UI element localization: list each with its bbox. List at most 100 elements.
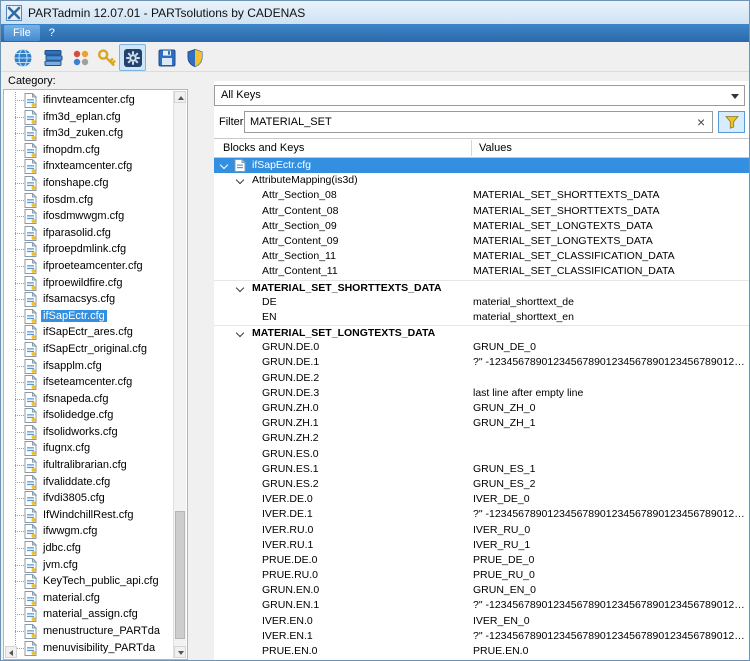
- table-row[interactable]: GRUN.ES.0: [214, 447, 749, 462]
- category-item[interactable]: ifm3d_eplan.cfg: [5, 109, 173, 126]
- table-row[interactable]: GRUN.DE.1 ?" -12345678901234567890123456…: [214, 355, 749, 370]
- category-item[interactable]: ifSapEctr_ares.cfg: [5, 324, 173, 341]
- table-row[interactable]: GRUN.ES.2 GRUN_ES_2: [214, 477, 749, 492]
- scroll-thumb[interactable]: [175, 511, 185, 639]
- category-item[interactable]: ifsamacsys.cfg: [5, 291, 173, 308]
- table-row[interactable]: Attr_Content_09 MATERIAL_SET_LONGTEXTS_D…: [214, 234, 749, 249]
- category-item[interactable]: ifseteamcenter.cfg: [5, 374, 173, 391]
- category-item[interactable]: ifproewildfire.cfg: [5, 275, 173, 292]
- table-row[interactable]: IVER.DE.1 ?" -12345678901234567890123456…: [214, 507, 749, 522]
- chevron-down-icon[interactable]: [235, 176, 245, 186]
- clear-filter-icon[interactable]: ×: [697, 113, 705, 131]
- table-row[interactable]: ifSapEctr.cfg: [214, 158, 749, 173]
- tree-connector: [15, 266, 24, 267]
- table-row[interactable]: AttributeMapping(is3d): [214, 173, 749, 188]
- category-item[interactable]: KeyTech_public_api.cfg: [5, 573, 173, 590]
- scroll-left-arrow[interactable]: [5, 646, 17, 658]
- scroll-up-arrow[interactable]: [174, 91, 186, 103]
- category-item-label: ifSapEctr_original.cfg: [41, 343, 149, 355]
- table-row[interactable]: Attr_Section_08 MATERIAL_SET_SHORTTEXTS_…: [214, 188, 749, 203]
- row-key: ifSapEctr.cfg: [252, 158, 311, 173]
- catalogs-button[interactable]: [39, 44, 66, 71]
- chevron-down-icon[interactable]: [235, 329, 245, 339]
- category-item[interactable]: IfWindchillRest.cfg: [5, 507, 173, 524]
- table-row[interactable]: GRUN.ZH.2: [214, 431, 749, 446]
- table-row[interactable]: Attr_Content_11 MATERIAL_SET_CLASSIFICAT…: [214, 264, 749, 279]
- category-item[interactable]: ifosdm.cfg: [5, 192, 173, 209]
- category-vertical-scrollbar[interactable]: [173, 91, 186, 658]
- category-item[interactable]: ifosdmwwgm.cfg: [5, 208, 173, 225]
- category-item[interactable]: ifsnapeda.cfg: [5, 391, 173, 408]
- table-row[interactable]: MATERIAL_SET_LONGTEXTS_DATA: [214, 325, 749, 340]
- menu-help[interactable]: ?: [40, 25, 64, 41]
- column-separator[interactable]: [471, 140, 472, 156]
- config-file-icon: [24, 176, 37, 192]
- table-row[interactable]: Attr_Section_11 MATERIAL_SET_CLASSIFICAT…: [214, 249, 749, 264]
- table-row[interactable]: IVER.EN.1 ?" -12345678901234567890123456…: [214, 629, 749, 644]
- chevron-down-icon[interactable]: [235, 284, 245, 294]
- category-item[interactable]: ifSapEctr_original.cfg: [5, 341, 173, 358]
- configuration-button[interactable]: [119, 44, 146, 71]
- table-row[interactable]: PRUE.EN.0 PRUE.EN.0: [214, 644, 749, 659]
- row-key: EN: [262, 310, 277, 325]
- license-key-button[interactable]: [93, 44, 120, 71]
- category-item[interactable]: ifnxteamcenter.cfg: [5, 158, 173, 175]
- category-item[interactable]: ifsapplm.cfg: [5, 358, 173, 375]
- index-admin-button[interactable]: [67, 44, 94, 71]
- column-header-values[interactable]: Values: [479, 139, 512, 157]
- category-item[interactable]: ifSapEctr.cfg: [5, 308, 173, 325]
- category-item[interactable]: ifsolidedge.cfg: [5, 407, 173, 424]
- category-item[interactable]: ifonshape.cfg: [5, 175, 173, 192]
- category-item[interactable]: ifinvteamcenter.cfg: [5, 92, 173, 109]
- key-scope-select[interactable]: All Keys: [214, 85, 745, 106]
- table-row[interactable]: PRUE.DE.0 PRUE_DE_0: [214, 553, 749, 568]
- table-row[interactable]: PRUE.RU.0 PRUE_RU_0: [214, 568, 749, 583]
- filter-input[interactable]: [244, 111, 713, 133]
- category-item[interactable]: jdbc.cfg: [5, 540, 173, 557]
- category-item[interactable]: ifwwgm.cfg: [5, 523, 173, 540]
- table-row[interactable]: Attr_Content_08 MATERIAL_SET_SHORTTEXTS_…: [214, 204, 749, 219]
- category-item[interactable]: jvm.cfg: [5, 557, 173, 574]
- category-item[interactable]: ifvaliddate.cfg: [5, 474, 173, 491]
- menu-file[interactable]: File: [4, 25, 40, 41]
- table-row[interactable]: GRUN.ZH.1 GRUN_ZH_1: [214, 416, 749, 431]
- table-row[interactable]: GRUN.DE.3 last line after empty line: [214, 386, 749, 401]
- table-row[interactable]: GRUN.ZH.0 GRUN_ZH_0: [214, 401, 749, 416]
- category-item[interactable]: menustructure_PARTda: [5, 623, 173, 640]
- row-key: GRUN.EN.0: [262, 583, 319, 598]
- row-value: IVER_DE_0: [473, 492, 747, 507]
- table-row[interactable]: IVER.DE.0 IVER_DE_0: [214, 492, 749, 507]
- save-button[interactable]: [153, 44, 180, 71]
- scroll-down-arrow[interactable]: [174, 646, 186, 658]
- category-item[interactable]: material_assign.cfg: [5, 606, 173, 623]
- table-row[interactable]: GRUN.DE.2: [214, 371, 749, 386]
- column-header-keys[interactable]: Blocks and Keys: [223, 139, 304, 157]
- category-item[interactable]: ifnopdm.cfg: [5, 142, 173, 159]
- table-row[interactable]: IVER.RU.1 IVER_RU_1: [214, 538, 749, 553]
- table-row[interactable]: IVER.EN.0 IVER_EN_0: [214, 614, 749, 629]
- apply-filter-button[interactable]: [718, 111, 745, 133]
- category-item[interactable]: ifproepdmlink.cfg: [5, 241, 173, 258]
- table-row[interactable]: DE material_shorttext_de: [214, 295, 749, 310]
- tree-connector: [15, 332, 24, 333]
- chevron-down-icon[interactable]: [219, 161, 229, 171]
- category-item[interactable]: ifproeteamcenter.cfg: [5, 258, 173, 275]
- category-item[interactable]: ifm3d_zuken.cfg: [5, 125, 173, 142]
- table-row[interactable]: GRUN.EN.1 ?" -12345678901234567890123456…: [214, 598, 749, 613]
- table-row[interactable]: GRUN.EN.0 GRUN_EN_0: [214, 583, 749, 598]
- table-row[interactable]: Attr_Section_09 MATERIAL_SET_LONGTEXTS_D…: [214, 219, 749, 234]
- category-item[interactable]: menuvisibility_PARTda: [5, 640, 173, 657]
- category-item[interactable]: ifultralibrarian.cfg: [5, 457, 173, 474]
- table-row[interactable]: GRUN.DE.0 GRUN_DE_0: [214, 340, 749, 355]
- category-item[interactable]: ifugnx.cfg: [5, 440, 173, 457]
- table-row[interactable]: EN material_shorttext_en: [214, 310, 749, 325]
- table-row[interactable]: MATERIAL_SET_SHORTTEXTS_DATA: [214, 280, 749, 295]
- category-item[interactable]: ifsolidworks.cfg: [5, 424, 173, 441]
- category-item[interactable]: ifparasolid.cfg: [5, 225, 173, 242]
- rights-button[interactable]: [181, 44, 208, 71]
- category-item[interactable]: material.cfg: [5, 590, 173, 607]
- catalog-update-button[interactable]: [9, 44, 36, 71]
- table-row[interactable]: GRUN.ES.1 GRUN_ES_1: [214, 462, 749, 477]
- table-row[interactable]: IVER.RU.0 IVER_RU_0: [214, 523, 749, 538]
- category-item[interactable]: ifvdi3805.cfg: [5, 490, 173, 507]
